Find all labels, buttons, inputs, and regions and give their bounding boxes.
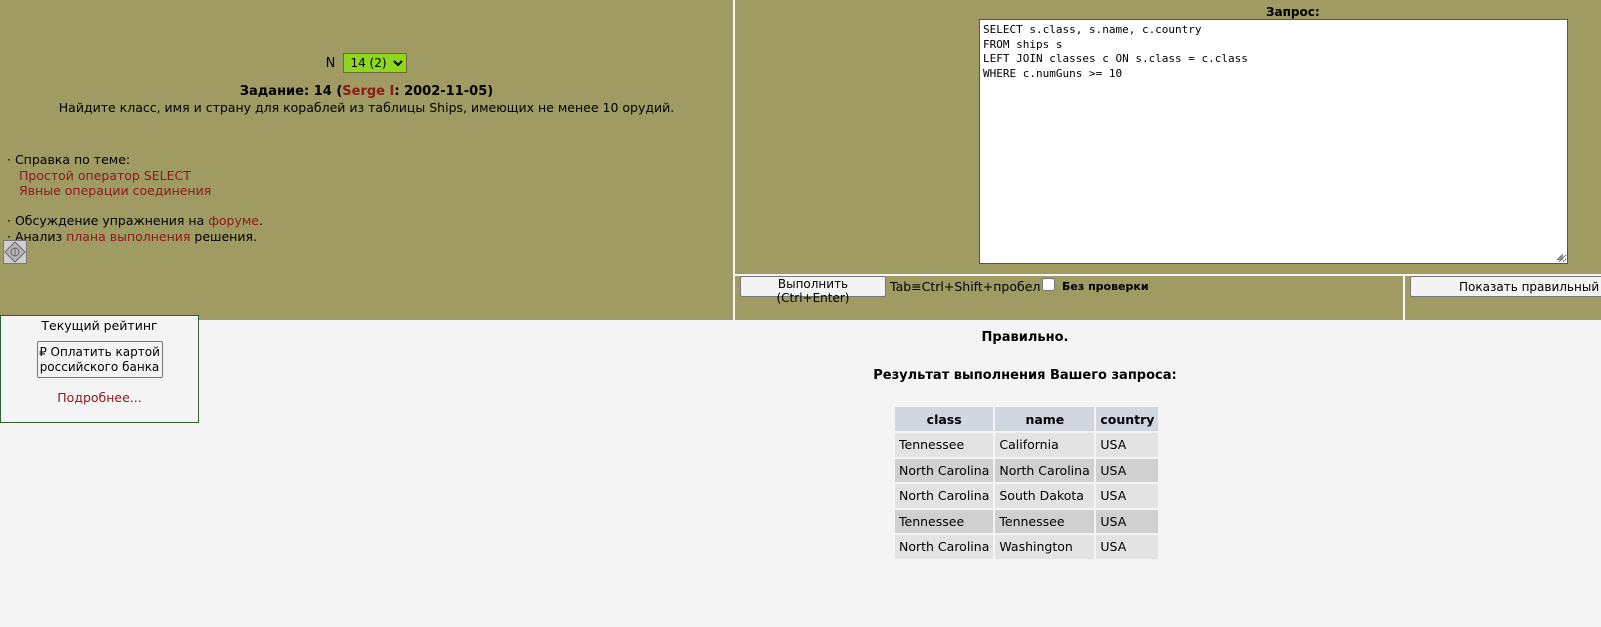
author-link[interactable]: Serge I (342, 84, 394, 99)
table-cell: USA (1096, 458, 1159, 482)
table-cell: Washington (995, 535, 1095, 559)
table-cell: North Carolina (895, 458, 994, 482)
table-cell: USA (1096, 433, 1159, 457)
forum-link[interactable]: форуме (208, 213, 259, 228)
resize-grip-icon[interactable]: ◢ (1556, 252, 1566, 262)
result-status: Правильно. (981, 330, 1069, 345)
more-link[interactable]: Подробнее... (1, 390, 198, 405)
execution-plan-link[interactable]: плана выполнения (66, 229, 190, 244)
pay-card-button[interactable]: ₽ Оплатить картой российского банка (36, 341, 163, 378)
table-row: Tennessee California USA (895, 433, 1159, 457)
query-label: Запрос: (1266, 5, 1320, 19)
table-row: North Carolina Washington USA (895, 535, 1159, 559)
help-link-select[interactable]: Простой оператор SELECT (7, 168, 211, 184)
task-number-select[interactable]: 14 (2) (343, 53, 408, 73)
task-description: Найдите класс, имя и страну для кораблей… (58, 100, 675, 115)
table-cell: North Carolina (995, 458, 1095, 482)
task-number-label: N (325, 56, 336, 71)
task-title: Задание: 14 (Serge I: 2002-11-05) (239, 84, 494, 99)
table-row: North Carolina South Dakota USA (895, 484, 1159, 508)
help-section: · Справка по теме: Простой оператор SELE… (7, 152, 211, 199)
result-title: Результат выполнения Вашего запроса: (873, 368, 1177, 383)
discussion-section: · Обсуждение упражнения на форуме. · Ана… (7, 213, 263, 244)
rating-title: Текущий рейтинг (41, 318, 158, 333)
run-button[interactable]: Выполнить (Ctrl+Enter) (740, 276, 886, 305)
plan-line: · Анализ плана выполнения решения. (7, 228, 257, 244)
no-check-label: Без проверки (1062, 280, 1149, 293)
table-cell: North Carolina (895, 535, 994, 559)
table-cell: South Dakota (995, 484, 1095, 508)
table-cell: Tennessee (995, 509, 1095, 533)
table-cell: USA (1096, 509, 1159, 533)
column-header-class: class (895, 407, 994, 431)
task-number-row: N 14 (2) (0, 53, 733, 73)
result-table: class name country Tennessee California … (893, 405, 1160, 561)
show-answer-button[interactable]: Показать правильный (1410, 276, 1601, 297)
table-cell: California (995, 433, 1095, 457)
result-header-row: class name country (895, 407, 1159, 431)
table-cell: USA (1096, 484, 1159, 508)
tab-hint: Tab≡Ctrl+Shift+пробел (890, 279, 1041, 294)
rating-box: Текущий рейтинг ₽ Оплатить картой россий… (0, 315, 199, 423)
help-heading: · Справка по теме: (7, 152, 131, 167)
column-header-name: name (995, 407, 1095, 431)
plan-icon[interactable] (3, 240, 27, 264)
no-check-checkbox[interactable] (1042, 278, 1055, 291)
table-cell: USA (1096, 535, 1159, 559)
table-cell: North Carolina (895, 484, 994, 508)
table-row: North Carolina North Carolina USA (895, 458, 1159, 482)
table-cell: Tennessee (895, 509, 994, 533)
table-row: Tennessee Tennessee USA (895, 509, 1159, 533)
help-link-joins[interactable]: Явные операции соединения (7, 183, 211, 199)
forum-line: · Обсуждение упражнения на форуме. (7, 213, 263, 228)
query-editor[interactable]: SELECT s.class, s.name, c.country FROM s… (979, 19, 1568, 264)
column-header-country: country (1096, 407, 1159, 431)
table-cell: Tennessee (895, 433, 994, 457)
